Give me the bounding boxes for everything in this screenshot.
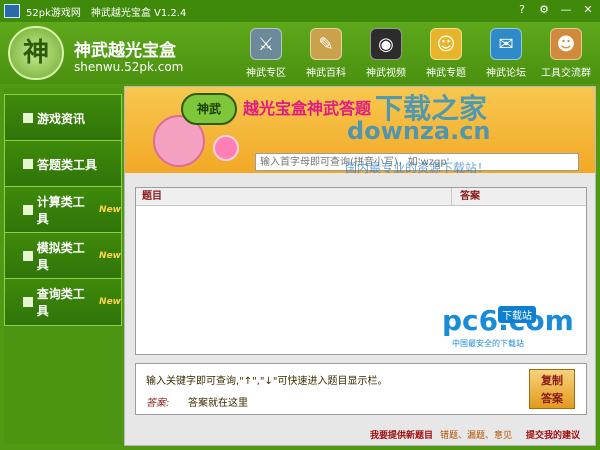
nav-item-wiki[interactable]: ✎ 神武百科 bbox=[296, 26, 356, 82]
window-controls: ? ⚙ — ✕ bbox=[514, 2, 596, 18]
minimize-button[interactable]: — bbox=[558, 2, 574, 18]
nav-item-label: 神武百科 bbox=[306, 68, 346, 79]
top-nav: ⚔ 神武专区 ✎ 神武百科 ◉ 神武视频 ☺ 神武专题 ✉ 神武论坛 ☻ 工具交… bbox=[236, 26, 596, 82]
footer-links: 我要提供新题目 错题、漏题、意见 提交我的建议 bbox=[124, 426, 596, 444]
column-answer[interactable]: 答案 bbox=[452, 188, 586, 205]
users-icon: ☻ bbox=[550, 28, 582, 60]
new-badge: New bbox=[99, 297, 121, 307]
watermark-domain: downza.cn bbox=[347, 117, 491, 145]
nav-item-label: 神武专题 bbox=[426, 68, 466, 79]
answer-label: 答案: bbox=[146, 398, 170, 409]
banner-emblem: 神武 bbox=[181, 93, 237, 125]
answer-text: 答案就在这里 bbox=[188, 398, 248, 409]
smiley-star-icon: ☺ bbox=[430, 28, 462, 60]
sidebar-item-calc-tools[interactable]: 计算类工具 New bbox=[4, 186, 122, 234]
quiz-icon bbox=[23, 159, 33, 169]
sword-icon: ⚔ bbox=[250, 28, 282, 60]
app-icon bbox=[4, 4, 20, 18]
copy-answer-button[interactable]: 复制 答案 bbox=[529, 369, 575, 409]
sidebar-item-label: 计算类工具 bbox=[36, 195, 85, 226]
sidebar-item-label: 答题类工具 bbox=[37, 157, 98, 172]
sidebar-item-label: 查询类工具 bbox=[36, 287, 85, 318]
nav-item-label: 神武论坛 bbox=[486, 68, 526, 79]
sidebar-item-quiz-tools[interactable]: 答题类工具 bbox=[4, 140, 122, 188]
copy-button-line2: 答案 bbox=[541, 392, 563, 405]
nav-item-label: 神武视频 bbox=[366, 68, 406, 79]
news-icon bbox=[23, 113, 33, 123]
column-question[interactable]: 题目 bbox=[136, 188, 452, 205]
answer-panel: 输入关键字即可查询,"↑","↓"可快速进入题目显示栏。 答案: 答案就在这里 bbox=[135, 363, 587, 415]
camera-lens-icon: ◉ bbox=[370, 28, 402, 60]
submit-question-link[interactable]: 我要提供新题目 bbox=[370, 428, 433, 441]
submit-suggestion-link[interactable]: 提交我的建议 bbox=[526, 428, 580, 441]
app-header: 神 神武越光宝盒 shenwu.52pk.com ⚔ 神武专区 ✎ 神武百科 ◉… bbox=[0, 22, 600, 84]
report-error-link[interactable]: 错题、漏题、意见 bbox=[440, 428, 512, 441]
search-icon bbox=[23, 297, 33, 307]
main-panel: 神武 越光宝盒神武答题 下载之家 downza.cn 国内最专业的资源下载站！ … bbox=[124, 86, 596, 446]
sidebar-item-query-tools[interactable]: 查询类工具 New bbox=[4, 278, 122, 326]
title-bar: 52pk游戏网 神武越光宝盒 V1.2.4 ? ⚙ — ✕ bbox=[0, 0, 600, 22]
new-badge: New bbox=[99, 251, 121, 261]
sidebar-item-label: 游戏资讯 bbox=[37, 111, 86, 126]
questions-table[interactable]: 题目 答案 pc6.com 下载站 中国最安全的下载站 bbox=[135, 187, 587, 355]
window-title: 神武越光宝盒 V1.2.4 bbox=[90, 7, 187, 19]
watermark-slogan: 国内最专业的资源下载站！ bbox=[345, 161, 490, 175]
table-header: 题目 答案 bbox=[136, 188, 586, 206]
nav-item-zone[interactable]: ⚔ 神武专区 bbox=[236, 26, 296, 82]
nav-item-group[interactable]: ☻ 工具交流群 bbox=[536, 26, 596, 82]
calculator-icon bbox=[23, 205, 33, 215]
app-title: 神武越光宝盒 bbox=[74, 41, 176, 61]
copy-button-line1: 复制 bbox=[541, 374, 563, 387]
chat-bubbles-icon: ✉ bbox=[490, 28, 522, 60]
close-button[interactable]: ✕ bbox=[580, 2, 596, 18]
watermark-pc6-badge: 下载站 bbox=[498, 306, 536, 323]
app-url[interactable]: shenwu.52pk.com bbox=[74, 60, 183, 74]
nav-item-topic[interactable]: ☺ 神武专题 bbox=[416, 26, 476, 82]
nav-item-forum[interactable]: ✉ 神武论坛 bbox=[476, 26, 536, 82]
sidebar-item-label: 模拟类工具 bbox=[36, 241, 85, 272]
nav-item-label: 工具交流群 bbox=[541, 68, 591, 79]
watermark-pc6-sub: 中国最安全的下载站 bbox=[452, 339, 524, 348]
nav-item-label: 神武专区 bbox=[246, 68, 286, 79]
help-button[interactable]: ? bbox=[514, 2, 530, 18]
flower-icon bbox=[213, 135, 239, 161]
notebook-icon: ✎ bbox=[310, 28, 342, 60]
new-badge: New bbox=[99, 205, 121, 215]
window-brand: 52pk游戏网 bbox=[26, 7, 81, 19]
nav-item-video[interactable]: ◉ 神武视频 bbox=[356, 26, 416, 82]
search-tip: 输入关键字即可查询,"↑","↓"可快速进入题目显示栏。 bbox=[146, 376, 388, 387]
gamepad-icon bbox=[23, 251, 33, 261]
banner-title: 越光宝盒神武答题 bbox=[243, 99, 372, 118]
sidebar-item-sim-tools[interactable]: 模拟类工具 New bbox=[4, 232, 122, 280]
settings-button[interactable]: ⚙ bbox=[536, 2, 552, 18]
sidebar-item-game-news[interactable]: 游戏资讯 bbox=[4, 94, 122, 142]
app-logo: 神 bbox=[8, 26, 64, 80]
sidebar: 游戏资讯 答题类工具 计算类工具 New 模拟类工具 New 查询类工具 New bbox=[4, 88, 122, 444]
